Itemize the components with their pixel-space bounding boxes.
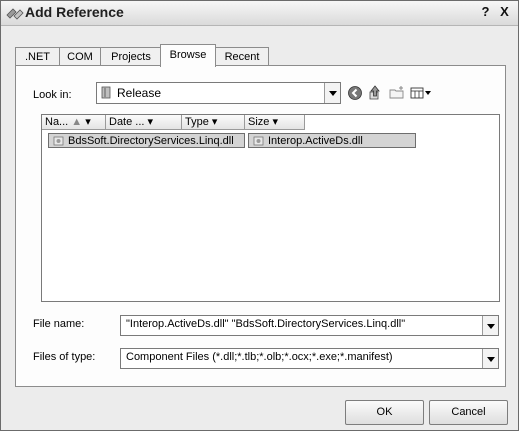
chevron-down-icon[interactable]: ▾ <box>85 116 91 128</box>
file-type-label: Files of type: <box>33 351 96 363</box>
reference-icon <box>6 8 24 20</box>
help-button[interactable]: ? <box>477 4 494 20</box>
dialog-title: Add Reference <box>25 4 124 20</box>
chevron-down-icon[interactable] <box>324 83 340 103</box>
list-item[interactable]: BdsSoft.DirectoryServices.Linq.dll <box>48 133 245 148</box>
add-reference-dialog: Add Reference ? X .NET COM Projects Brow… <box>0 0 519 431</box>
chevron-down-icon[interactable] <box>482 316 498 335</box>
view-menu-icon[interactable] <box>410 85 434 101</box>
file-name-value: "Interop.ActiveDs.dll" "BdsSoft.Director… <box>126 318 406 330</box>
folder-icon <box>101 86 111 99</box>
back-icon[interactable] <box>347 85 363 101</box>
file-type-dropdown[interactable]: Component Files (*.dll;*.tlb;*.olb;*.ocx… <box>120 348 499 369</box>
file-name: Interop.ActiveDs.dll <box>268 135 363 147</box>
column-header-size[interactable]: Size ▾ <box>245 115 305 130</box>
chevron-down-icon[interactable] <box>482 349 498 368</box>
column-header-date[interactable]: Date ... ▾ <box>106 115 182 130</box>
chevron-down-icon[interactable]: ▾ <box>212 116 218 128</box>
column-header-name[interactable]: Na... ▲ ▾ <box>42 115 106 130</box>
dll-file-icon <box>253 136 264 146</box>
sort-up-icon: ▲ <box>71 116 83 128</box>
close-button[interactable]: X <box>496 4 513 20</box>
up-folder-icon[interactable] <box>367 85 383 101</box>
look-in-label: Look in: <box>33 89 72 101</box>
ok-button[interactable]: OK <box>345 400 424 425</box>
file-type-value: Component Files (*.dll;*.tlb;*.olb;*.ocx… <box>126 351 393 363</box>
tab-browse[interactable]: Browse <box>160 44 216 67</box>
tab-projects[interactable]: Projects <box>100 47 162 66</box>
file-name-input[interactable]: "Interop.ActiveDs.dll" "BdsSoft.Director… <box>120 315 499 336</box>
tab-com[interactable]: COM <box>59 47 101 66</box>
file-list[interactable]: Na... ▲ ▾ Date ... ▾ Type ▾ Size ▾ BdsSo… <box>41 114 500 302</box>
cancel-button[interactable]: Cancel <box>429 400 508 425</box>
file-name: BdsSoft.DirectoryServices.Linq.dll <box>68 135 234 147</box>
tab-dotnet[interactable]: .NET <box>15 47 60 66</box>
chevron-down-icon[interactable]: ▾ <box>272 116 278 128</box>
column-header-type[interactable]: Type ▾ <box>182 115 245 130</box>
new-folder-icon[interactable] <box>389 85 405 101</box>
title-bar[interactable]: Add Reference ? X <box>1 1 518 26</box>
look-in-dropdown[interactable]: Release <box>96 82 341 104</box>
look-in-value: Release <box>117 86 162 100</box>
file-name-label: File name: <box>33 318 85 330</box>
list-item[interactable]: Interop.ActiveDs.dll <box>248 133 416 148</box>
tab-recent[interactable]: Recent <box>215 47 269 66</box>
chevron-down-icon[interactable]: ▾ <box>148 116 154 128</box>
dll-file-icon <box>53 136 64 146</box>
